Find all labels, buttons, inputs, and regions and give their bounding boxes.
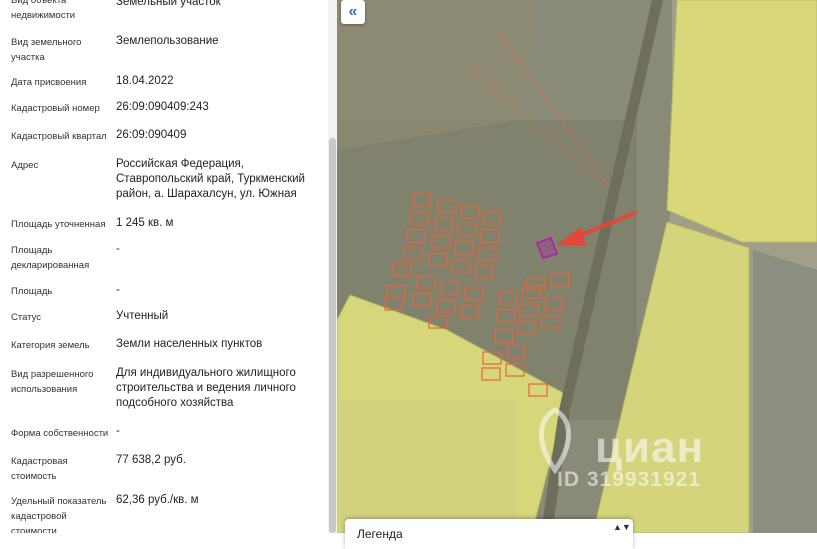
satellite-map-graphic xyxy=(337,0,817,533)
field-value: 1 245 кв. м xyxy=(116,217,174,229)
panel-scrollbar-thumb[interactable] xyxy=(329,138,336,533)
collapse-panel-button[interactable]: « xyxy=(341,0,365,24)
field-label: Вид разрешенного использования xyxy=(11,369,94,395)
legend-panel[interactable]: Легенда ▲▼ xyxy=(345,519,633,549)
watermark-id: ID 319931921 xyxy=(557,468,701,491)
field-label: Кадастровый номер xyxy=(11,103,100,114)
field-label: Форма собственности xyxy=(11,428,109,439)
watermark-logo: циан xyxy=(595,423,705,472)
field-value: 26:09:090409 xyxy=(116,129,187,141)
field-label: Кадастровая стоимость xyxy=(11,456,68,482)
field-label: Категория земель xyxy=(11,340,90,351)
field-value: Учтенный xyxy=(116,310,169,322)
field-value: - xyxy=(116,284,120,296)
field-value: Земельный участок xyxy=(116,0,221,8)
field-value: Землепользование xyxy=(116,35,219,47)
field-label: Адрес xyxy=(11,160,39,171)
field-label: Площадь xyxy=(11,286,53,297)
cadastral-map[interactable] xyxy=(337,0,817,533)
field-value: 77 638,2 руб. xyxy=(116,454,186,466)
field-label: Вид объекта недвижимости xyxy=(11,0,76,21)
field-value: 18.04.2022 xyxy=(116,75,174,87)
field-value: Российская Федерация, Ставропольский кра… xyxy=(116,158,305,200)
field-value: - xyxy=(116,243,120,255)
field-value: 26:09:090409:243 xyxy=(116,101,209,113)
parcel-info-panel: Вид объекта недвижимости Земельный участ… xyxy=(0,0,328,533)
field-label: Вид земельного участка xyxy=(11,37,82,63)
legend-title: Легенда xyxy=(357,527,403,541)
field-value: Для индивидуального жилищного строительс… xyxy=(116,367,296,409)
field-label: Удельный показатель кадастровой стоимост… xyxy=(11,496,107,533)
field-value: Земли населенных пунктов xyxy=(116,338,263,350)
field-value: 62,36 руб./кв. м xyxy=(116,494,199,506)
field-label: Статус xyxy=(11,312,42,323)
field-label: Площадь декларированная xyxy=(11,245,90,271)
field-label: Кадастровый квартал xyxy=(11,131,107,142)
field-label: Дата присвоения xyxy=(11,77,87,88)
field-value: - xyxy=(116,425,120,437)
field-label: Площадь уточненная xyxy=(11,219,106,230)
legend-expand-icon[interactable]: ▲▼ xyxy=(613,523,631,532)
